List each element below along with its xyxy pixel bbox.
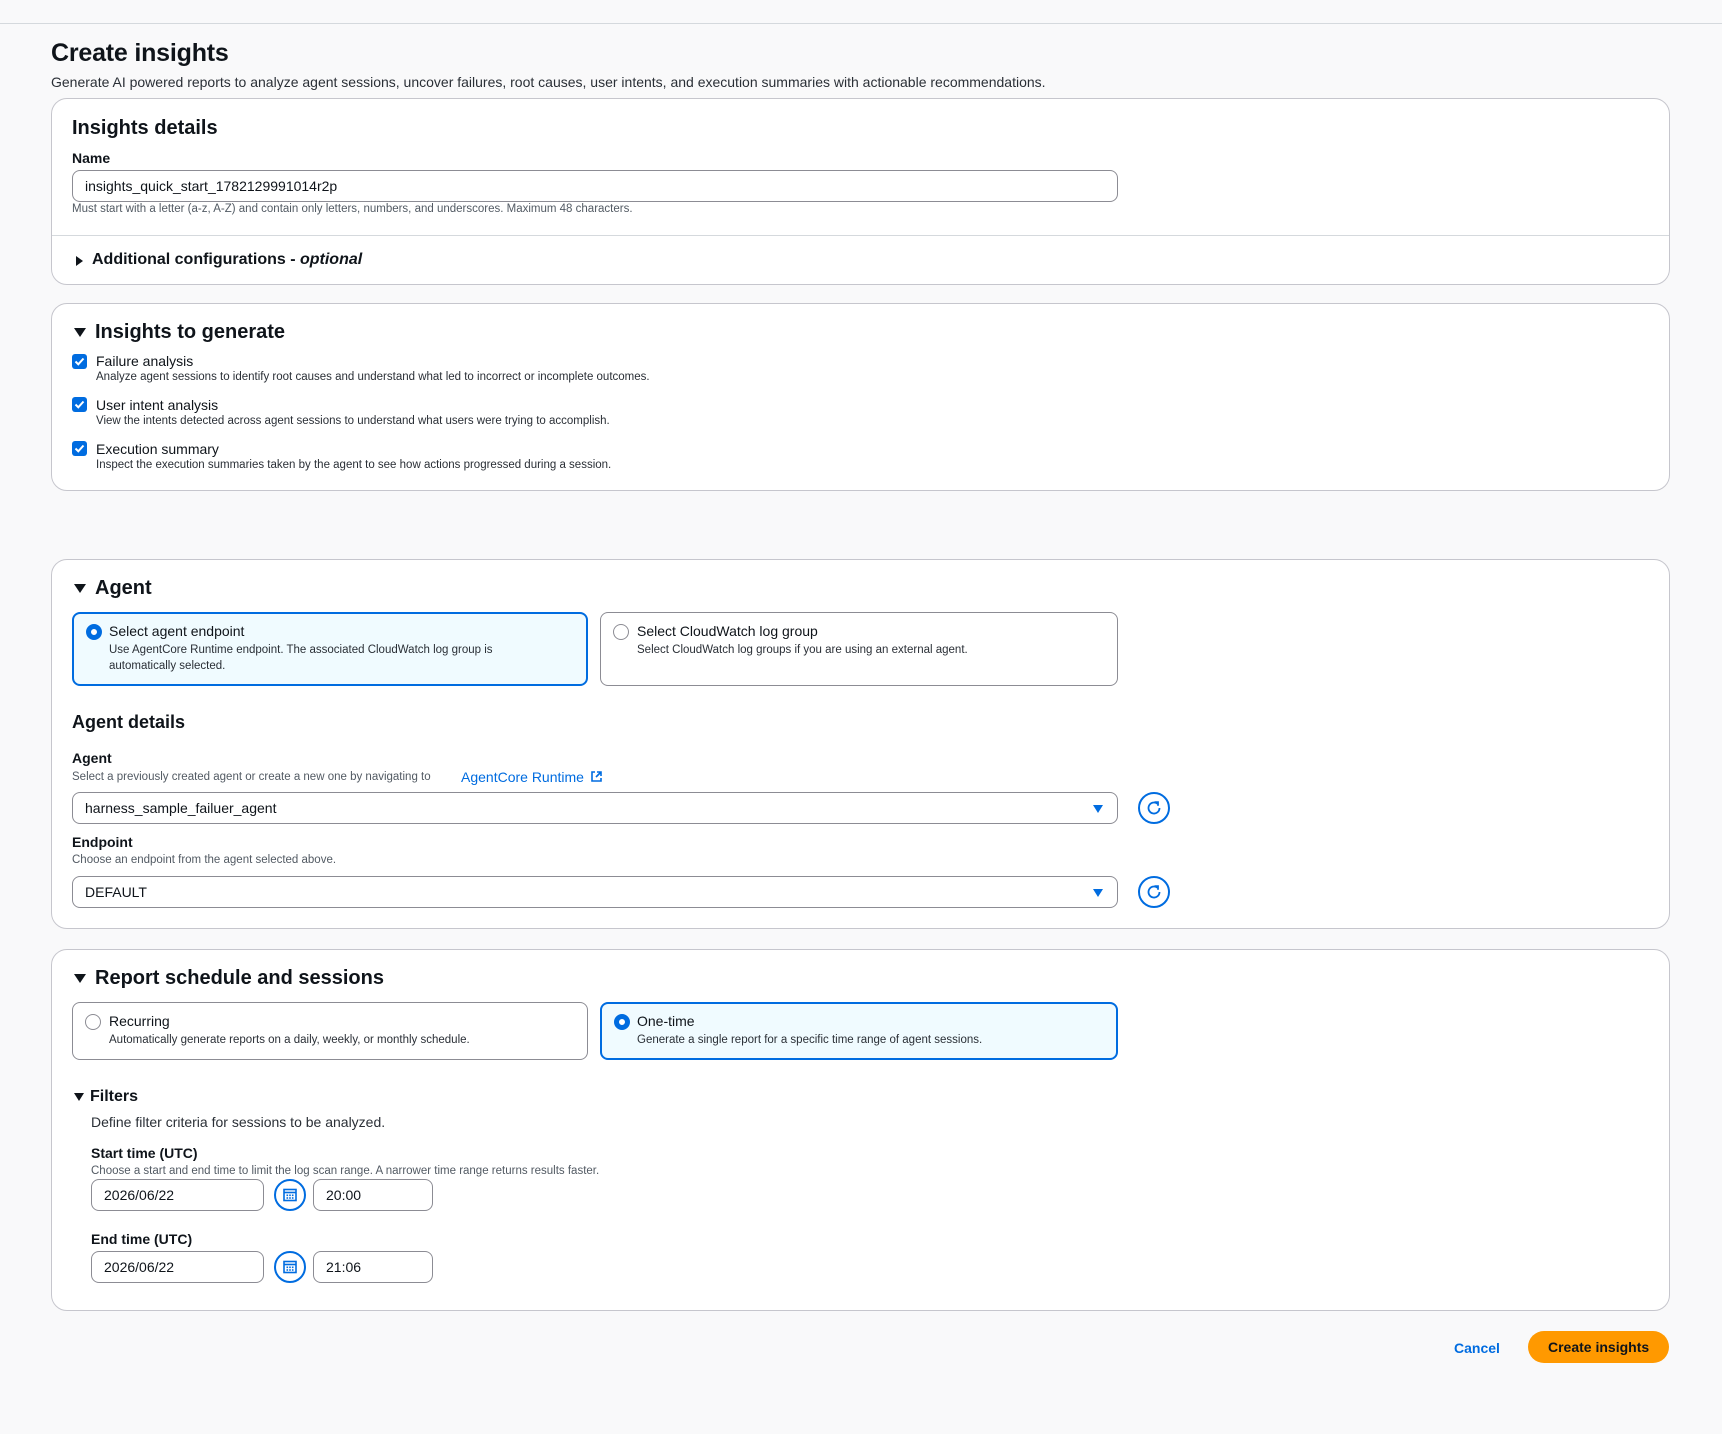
endpoint-hint: Choose an endpoint from the agent select… bbox=[72, 854, 337, 866]
failure-analysis-description: Analyze agent sessions to identify root … bbox=[96, 371, 650, 383]
agentcore-runtime-link-text: AgentCore Runtime bbox=[461, 769, 584, 785]
user-intent-analysis-description: View the intents detected across agent s… bbox=[96, 415, 610, 427]
start-time-hint: Choose a start and end time to limit the… bbox=[91, 1165, 600, 1177]
one-time-label: One-time bbox=[637, 1013, 695, 1029]
caret-down-icon bbox=[74, 974, 86, 983]
top-divider bbox=[0, 23, 1722, 24]
select-agent-endpoint-label: Select agent endpoint bbox=[109, 623, 245, 639]
start-time-label: Start time (UTC) bbox=[91, 1145, 198, 1161]
refresh-icon bbox=[1147, 801, 1161, 815]
endpoint-select[interactable]: DEFAULT bbox=[72, 876, 1118, 908]
caret-down-icon bbox=[74, 1093, 84, 1101]
calendar-icon bbox=[283, 1260, 297, 1274]
filters-title: Filters bbox=[90, 1088, 139, 1105]
recurring-tile[interactable]: Recurring Automatically generate reports… bbox=[72, 1002, 588, 1060]
external-link-icon bbox=[591, 771, 602, 782]
refresh-endpoint-button[interactable] bbox=[1138, 876, 1170, 908]
one-time-radio[interactable] bbox=[614, 1014, 630, 1030]
page-title: Create insights bbox=[51, 39, 229, 67]
refresh-agent-button[interactable] bbox=[1138, 792, 1170, 824]
select-agent-endpoint-description: Use AgentCore Runtime endpoint. The asso… bbox=[109, 644, 493, 672]
cancel-button[interactable]: Cancel bbox=[1454, 1340, 1500, 1356]
start-time-input[interactable] bbox=[313, 1179, 433, 1211]
select-cloudwatch-log-group-description: Select CloudWatch log groups if you are … bbox=[637, 644, 968, 656]
filters-toggle[interactable]: Filters bbox=[72, 1087, 192, 1109]
agent-select[interactable]: harness_sample_failuer_agent bbox=[72, 792, 1118, 824]
report-schedule-title: Report schedule and sessions bbox=[95, 967, 384, 989]
one-time-tile[interactable]: One-time Generate a single report for a … bbox=[600, 1002, 1118, 1060]
recurring-description: Automatically generate reports on a dail… bbox=[109, 1034, 470, 1046]
additional-configurations-toggle[interactable]: Additional configurations - optional bbox=[72, 249, 372, 273]
caret-down-icon bbox=[74, 328, 86, 337]
start-date-calendar-button[interactable] bbox=[274, 1179, 306, 1211]
caret-down-icon bbox=[74, 584, 86, 593]
end-date-input[interactable] bbox=[91, 1251, 264, 1283]
select-cloudwatch-log-group-radio[interactable] bbox=[613, 624, 629, 640]
agent-label: Agent bbox=[72, 750, 112, 766]
caret-down-icon bbox=[1093, 805, 1103, 813]
agent-hint: Select a previously created agent or cre… bbox=[72, 771, 431, 783]
optional-label: optional bbox=[299, 251, 363, 268]
report-schedule-toggle[interactable]: Report schedule and sessions bbox=[72, 966, 384, 992]
execution-summary-description: Inspect the execution summaries taken by… bbox=[96, 459, 612, 471]
agent-title: Agent bbox=[95, 577, 152, 599]
agentcore-runtime-link[interactable]: AgentCore Runtime bbox=[461, 769, 603, 785]
section-divider bbox=[52, 235, 1669, 236]
agent-select-value: harness_sample_failuer_agent bbox=[85, 800, 277, 816]
select-cloudwatch-log-group-label: Select CloudWatch log group bbox=[637, 623, 818, 639]
name-label: Name bbox=[72, 150, 111, 166]
end-time-label: End time (UTC) bbox=[91, 1231, 193, 1247]
end-date-calendar-button[interactable] bbox=[274, 1251, 306, 1283]
recurring-label: Recurring bbox=[109, 1013, 170, 1029]
execution-summary-checkbox[interactable] bbox=[72, 441, 87, 456]
check-icon bbox=[74, 400, 85, 409]
one-time-description: Generate a single report for a specific … bbox=[637, 1034, 983, 1046]
name-input[interactable] bbox=[72, 170, 1118, 202]
report-schedule-card: Report schedule and sessions Recurring A… bbox=[51, 949, 1670, 1311]
endpoint-select-value: DEFAULT bbox=[85, 884, 147, 900]
filters-description: Define filter criteria for sessions to b… bbox=[91, 1114, 386, 1130]
name-hint: Must start with a letter (a-z, A-Z) and … bbox=[72, 203, 633, 215]
refresh-icon bbox=[1147, 885, 1161, 899]
agent-card: Agent Select agent endpoint Use AgentCor… bbox=[51, 559, 1670, 929]
caret-right-icon bbox=[76, 256, 83, 266]
check-icon bbox=[74, 444, 85, 453]
check-icon bbox=[74, 357, 85, 366]
insights-details-card: Insights details Name Must start with a … bbox=[51, 98, 1670, 285]
caret-down-icon bbox=[1093, 889, 1103, 897]
failure-analysis-label: Failure analysis bbox=[96, 353, 194, 369]
agent-section-toggle[interactable]: Agent bbox=[72, 576, 192, 602]
execution-summary-label: Execution summary bbox=[96, 441, 219, 457]
page-description: Generate AI powered reports to analyze a… bbox=[51, 74, 1046, 90]
insights-to-generate-card: Insights to generate Failure analysis An… bbox=[51, 303, 1670, 491]
agent-hint-text: Select a previously created agent or cre… bbox=[72, 771, 431, 783]
end-time-input[interactable] bbox=[313, 1251, 433, 1283]
insights-to-generate-title: Insights to generate bbox=[95, 321, 286, 343]
failure-analysis-checkbox[interactable] bbox=[72, 354, 87, 369]
select-agent-endpoint-radio[interactable] bbox=[86, 624, 102, 640]
additional-configurations-label: Additional configurations - bbox=[92, 251, 300, 268]
recurring-radio[interactable] bbox=[85, 1014, 101, 1030]
endpoint-label: Endpoint bbox=[72, 834, 133, 850]
insights-to-generate-toggle[interactable]: Insights to generate bbox=[72, 320, 312, 346]
insights-details-title: Insights details bbox=[72, 117, 218, 139]
select-agent-endpoint-tile[interactable]: Select agent endpoint Use AgentCore Runt… bbox=[72, 612, 588, 686]
calendar-icon bbox=[283, 1188, 297, 1202]
create-insights-button[interactable]: Create insights bbox=[1528, 1331, 1670, 1363]
start-date-input[interactable] bbox=[91, 1179, 264, 1211]
user-intent-analysis-checkbox[interactable] bbox=[72, 397, 87, 412]
select-cloudwatch-log-group-tile[interactable]: Select CloudWatch log group Select Cloud… bbox=[600, 612, 1118, 686]
user-intent-analysis-label: User intent analysis bbox=[96, 397, 219, 413]
agent-details-title: Agent details bbox=[72, 712, 186, 732]
